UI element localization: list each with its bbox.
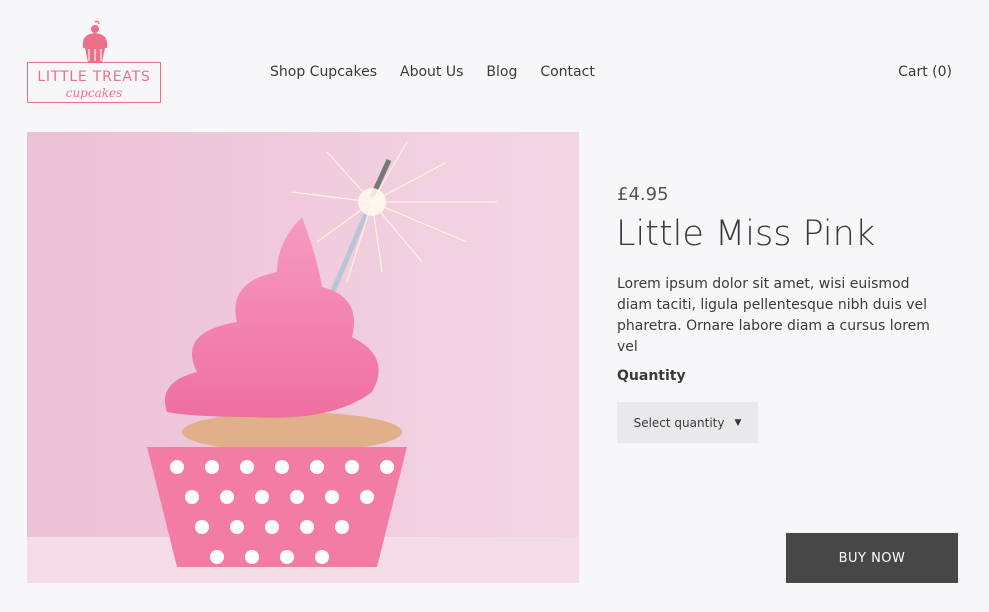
brand-name: LITTLE TREATS <box>37 69 151 85</box>
nav-blog[interactable]: Blog <box>486 64 517 80</box>
caret-down-icon: ▼ <box>734 417 742 428</box>
nav-shop-cupcakes[interactable]: Shop Cupcakes <box>270 64 377 80</box>
nav-contact[interactable]: Contact <box>540 64 594 80</box>
buy-now-button[interactable]: BUY NOW <box>786 533 958 583</box>
cart-link[interactable]: Cart (0) <box>898 64 952 80</box>
cupcake-with-sparkler-photo-icon <box>27 132 579 583</box>
main-nav: Shop Cupcakes About Us Blog Contact <box>270 64 618 80</box>
product-description: Lorem ipsum dolor sit amet, wisi euismod… <box>617 276 930 355</box>
quantity-select-text: Select quantity <box>633 415 725 430</box>
product-price: £4.95 <box>617 184 669 205</box>
product-image <box>27 132 579 583</box>
quantity-label: Quantity <box>617 368 686 384</box>
product-title: Little Miss Pink <box>616 214 876 254</box>
quantity-select[interactable]: Select quantity ▼ <box>617 402 758 443</box>
brand-tagline: cupcakes <box>65 86 123 100</box>
brand-logo[interactable]: LITTLE TREATS cupcakes <box>23 20 168 108</box>
logo-box: LITTLE TREATS cupcakes <box>27 62 161 103</box>
nav-about-us[interactable]: About Us <box>400 64 463 80</box>
